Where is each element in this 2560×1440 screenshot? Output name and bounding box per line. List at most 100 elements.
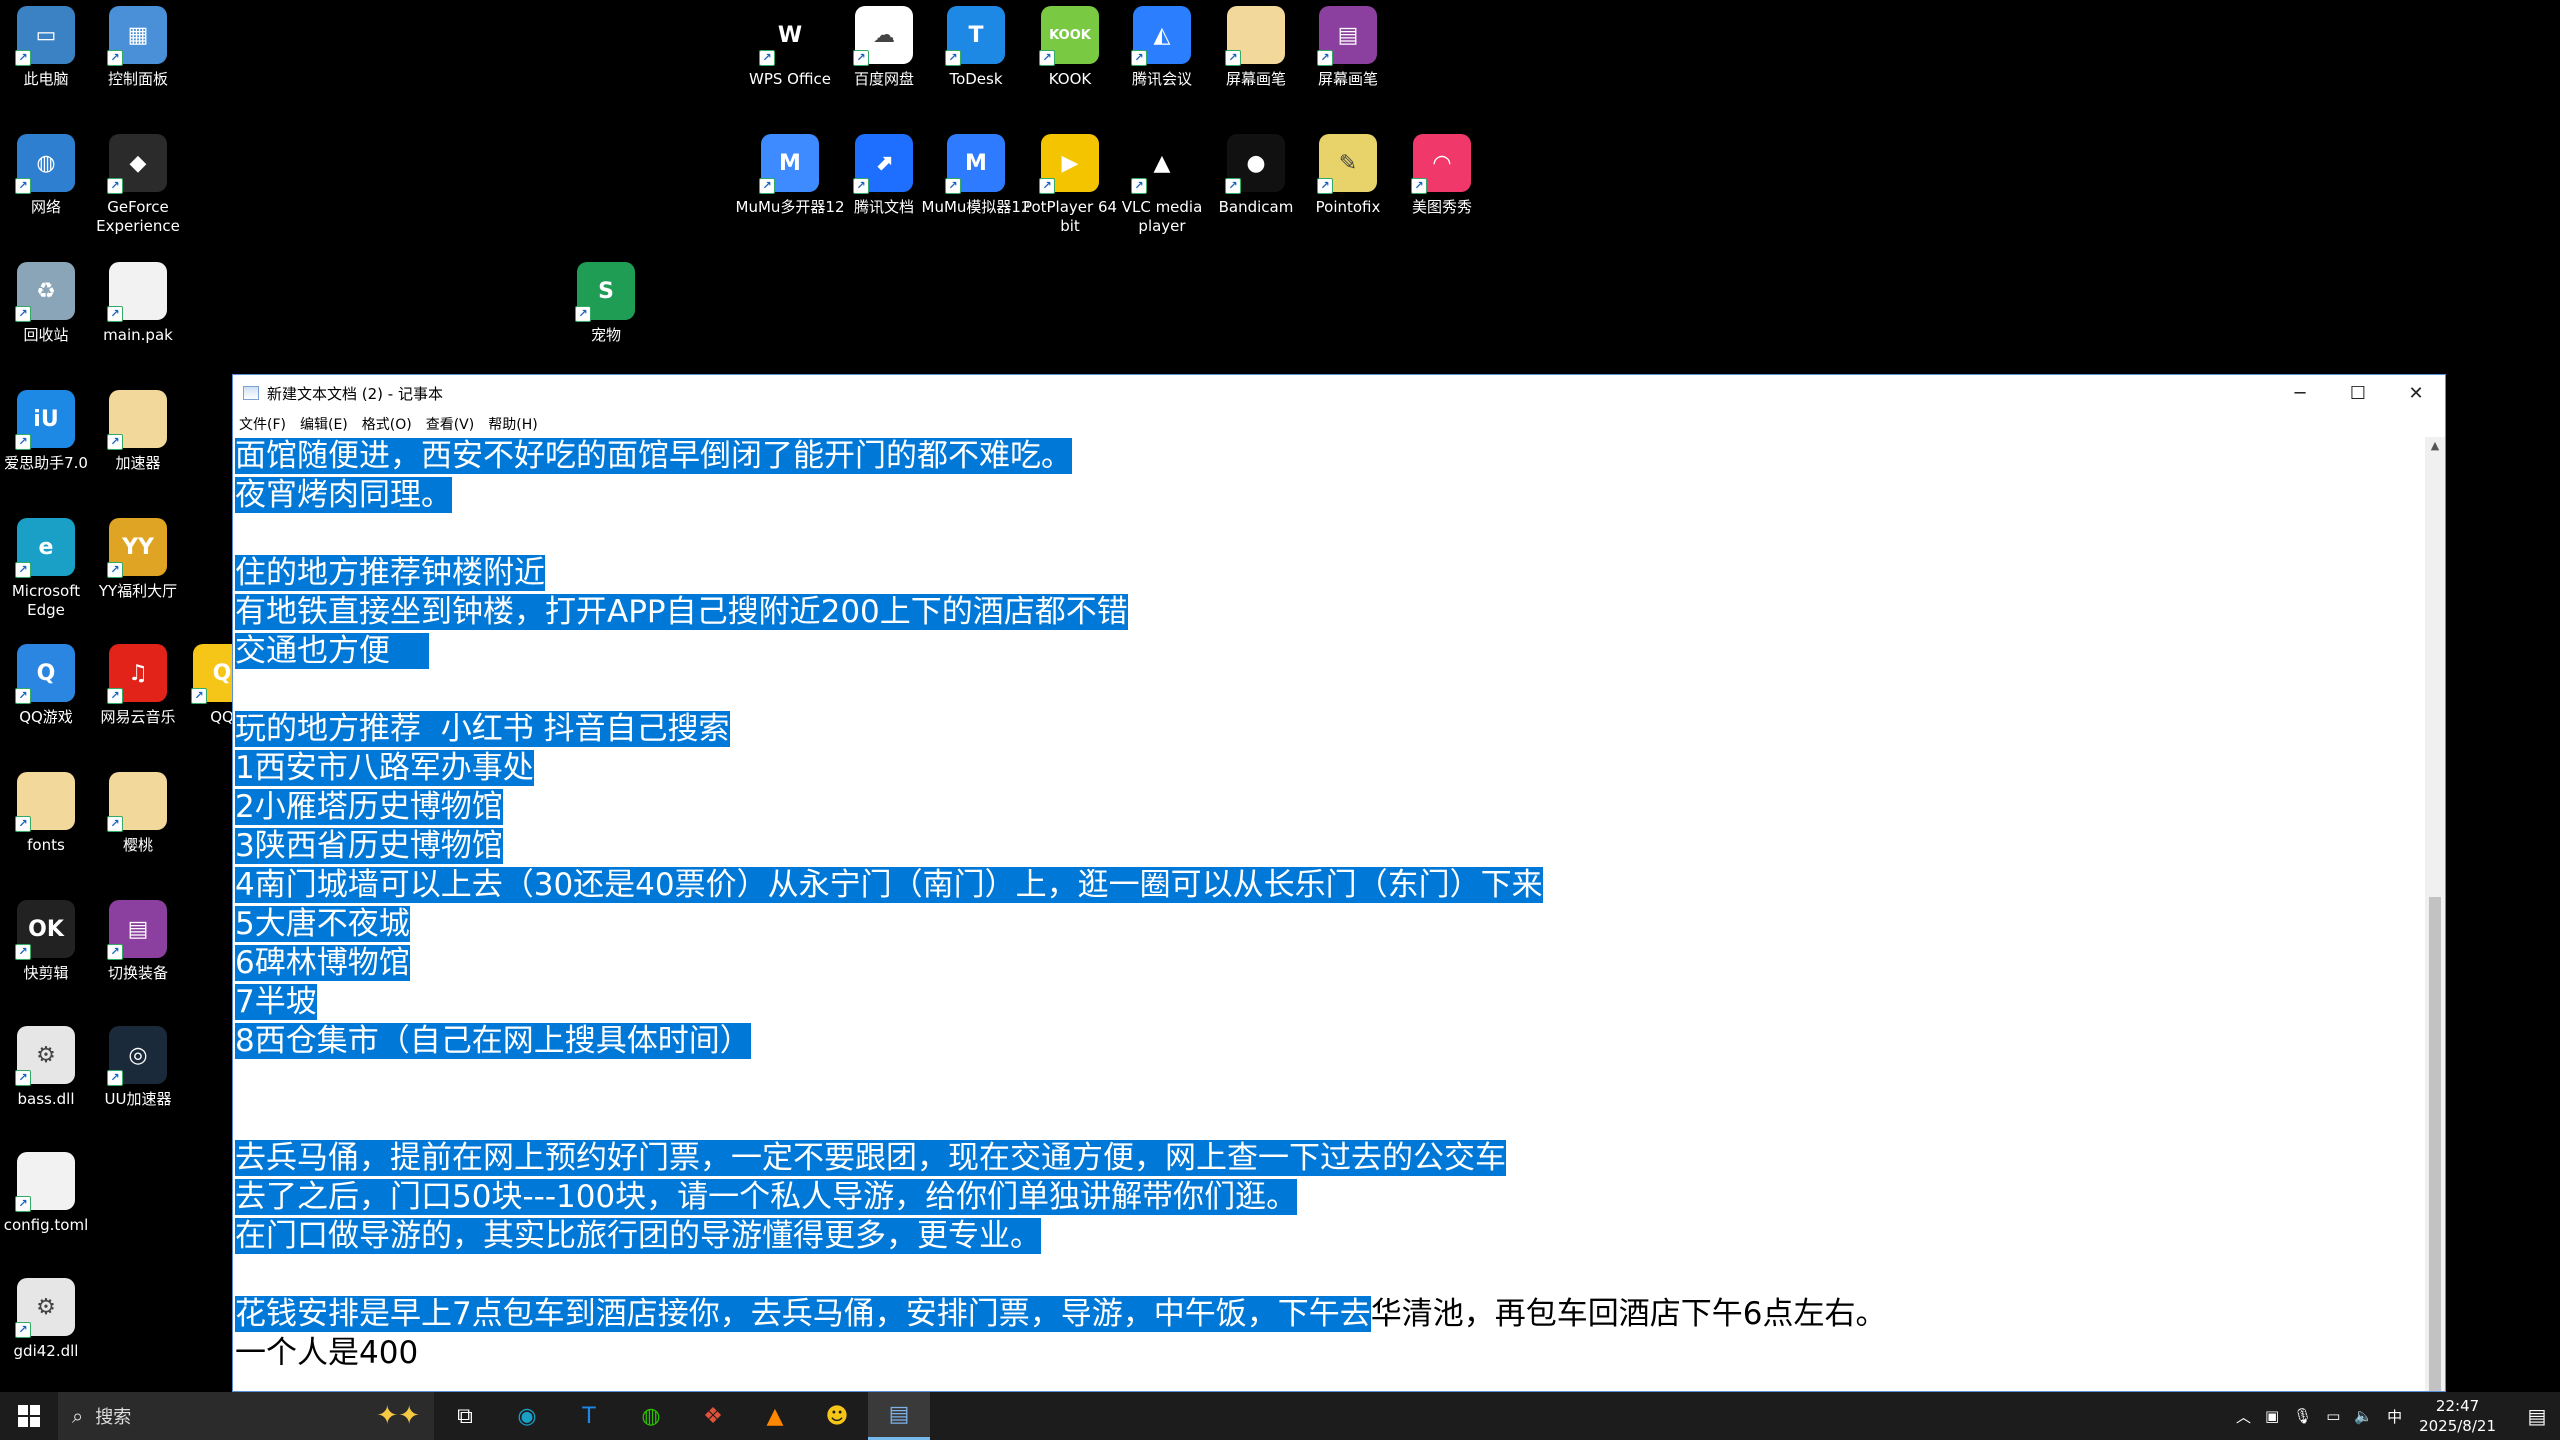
text-line: 夜宵烤肉同理。 (235, 476, 2425, 515)
desktop-icon-label: config.toml (3, 1216, 89, 1234)
clock[interactable]: 22:47 2025/8/21 (2419, 1396, 2496, 1436)
desktop-icon[interactable]: iU ↗ 爱思助手7.0 (0, 390, 92, 510)
app-icon[interactable]: ❖ (682, 1392, 744, 1440)
todesk-icon[interactable]: T (558, 1392, 620, 1440)
notepad-window[interactable]: 新建文本文档 (2) - 记事本 ─ ☐ ✕ 文件(F) 编辑(E) 格式(O)… (232, 374, 2446, 1392)
desktop-icon[interactable]: ↗ main.pak (92, 262, 184, 382)
desktop: ▭ ↗ 此电脑 ▦ ↗ 控制面板 ◍ ↗ 网络 ◆ ↗ GeForce Experience ♻ ↗ 回收站… (0, 0, 2560, 1440)
edge-icon[interactable]: ◉ (496, 1392, 558, 1440)
text-editor[interactable]: 面馆随便进，西安不好吃的面馆早倒闭了能开门的都不难吃。 夜宵烤肉同理。 住的地方推荐… (235, 437, 2425, 1391)
desktop-icon[interactable]: ▶ ↗ PotPlayer 64 bit (1023, 134, 1117, 254)
taskbar-apps: ⧉ ◉ T ◍ ❖ ▲ ☻ ▤ (434, 1392, 930, 1440)
desktop-icon[interactable]: ▤ ↗ 屏幕画笔 (1302, 6, 1394, 126)
tencent-docs-icon: ⬈ ↗ (853, 134, 913, 194)
minimize-icon[interactable]: ─ (2271, 375, 2329, 411)
desktop-icon[interactable]: ◠ ↗ 美图秀秀 (1396, 134, 1488, 254)
shortcut-arrow-icon: ↗ (191, 688, 207, 704)
clock-date: 2025/8/21 (2419, 1417, 2496, 1435)
shortcut-arrow-icon: ↗ (15, 178, 31, 194)
desktop-icon[interactable]: ⚙ ↗ bass.dll (0, 1026, 92, 1146)
shortcut-arrow-icon: ↗ (1225, 178, 1241, 194)
desktop-icon[interactable]: M ↗ MuMu模拟器12 (922, 134, 1031, 254)
vlc-icon[interactable]: ▲ (744, 1392, 806, 1440)
text-line (235, 1100, 2425, 1139)
vertical-scrollbar[interactable]: ▲ (2425, 437, 2445, 1391)
menu-help[interactable]: 帮助(H) (488, 414, 537, 434)
security-icon[interactable]: ▣ (2265, 1407, 2279, 1425)
desktop-icon[interactable]: ✎ ↗ Pointofix (1302, 134, 1394, 254)
desktop-icon[interactable]: ▲ ↗ VLC media player (1116, 134, 1208, 254)
selected-text: 6碑林博物馆 (235, 945, 410, 981)
desktop-icon[interactable]: S ↗ 宠物 (560, 262, 652, 382)
desktop-icon-label: 樱桃 (122, 836, 153, 854)
microphone-icon[interactable]: 🎙 (2293, 1407, 2312, 1425)
yy-icon[interactable]: ☻ (806, 1392, 868, 1440)
selected-text: 去兵马俑，提前在网上预约好门票，一定不要跟团，现在交通方便，网上查一下过去的公交… (235, 1140, 1506, 1176)
start-button[interactable] (0, 1392, 58, 1440)
desktop-icon[interactable]: YY ↗ YY福利大厅 (92, 518, 184, 638)
desktop-icon[interactable]: Q ↗ QQ游戏 (0, 644, 92, 764)
volume-icon[interactable]: 🔈 (2354, 1407, 2373, 1425)
shortcut-arrow-icon: ↗ (107, 306, 123, 322)
desktop-icon[interactable]: ↗ 屏幕画笔 (1210, 6, 1302, 126)
shortcut-arrow-icon: ↗ (575, 306, 591, 322)
selected-text: 玩的地方推荐 小红书 抖音自己搜索 (235, 711, 730, 747)
wechat-icon[interactable]: ◍ (620, 1392, 682, 1440)
desktop-icon[interactable]: ↗ config.toml (0, 1152, 92, 1272)
desktop-icon[interactable]: ♻ ↗ 回收站 (0, 262, 92, 382)
text-line: 一个人是400 (235, 1334, 2425, 1373)
shortcut-arrow-icon: ↗ (15, 1196, 31, 1212)
desktop-icon[interactable]: ☁ ↗ 百度网盘 (838, 6, 930, 126)
desktop-icon-label: main.pak (103, 326, 173, 344)
shortcut-arrow-icon: ↗ (15, 688, 31, 704)
notification-icon[interactable]: ▤ (2514, 1404, 2560, 1428)
shortcut-arrow-icon: ↗ (15, 1070, 31, 1086)
desktop-icon[interactable]: T ↗ ToDesk (930, 6, 1022, 126)
selected-text: 面馆随便进，西安不好吃的面馆早倒闭了能开门的都不难吃。 (235, 438, 1072, 474)
menu-format[interactable]: 格式(O) (362, 414, 412, 434)
desktop-icon[interactable]: ↗ fonts (0, 772, 92, 892)
desktop-icon[interactable]: M ↗ MuMu多开器12 (736, 134, 845, 254)
desktop-icon[interactable]: W ↗ WPS Office (744, 6, 836, 126)
desktop-icon[interactable]: OK ↗ 快剪辑 (0, 900, 92, 1020)
menu-file[interactable]: 文件(F) (239, 414, 286, 434)
desktop-icon[interactable]: ⬈ ↗ 腾讯文档 (838, 134, 930, 254)
desktop-icon[interactable]: ▤ ↗ 切换装备 (92, 900, 184, 1020)
shortcut-arrow-icon: ↗ (15, 434, 31, 450)
desktop-icon[interactable]: ⚙ ↗ gdi42.dll (0, 1278, 92, 1398)
desktop-icon[interactable]: ↗ 樱桃 (92, 772, 184, 892)
shortcut-arrow-icon: ↗ (107, 1070, 123, 1086)
search-placeholder: 搜索 (95, 1407, 132, 1428)
desktop-icon[interactable]: ♫ ↗ 网易云音乐 (92, 644, 184, 764)
unselected-text: 一个人是400 (235, 1335, 419, 1371)
scrollbar-thumb[interactable] (2429, 897, 2441, 1391)
desktop-icon[interactable]: ↗ 加速器 (92, 390, 184, 510)
file-icon: ↗ (15, 1152, 75, 1212)
desktop-icon[interactable]: ◍ ↗ 网络 (0, 134, 92, 254)
desktop-icon[interactable]: ● ↗ Bandicam (1210, 134, 1302, 254)
desktop-icon[interactable]: ◆ ↗ GeForce Experience (92, 134, 184, 254)
title-bar[interactable]: 新建文本文档 (2) - 记事本 ─ ☐ ✕ (233, 375, 2445, 411)
qq-game-icon: Q ↗ (15, 644, 75, 704)
taskbar-search[interactable]: ⌕ 搜索 ✦✦ (58, 1392, 434, 1440)
text-line: 8西仓集市（自己在网上搜具体时间） (235, 1022, 2425, 1061)
desktop-icon-label: 屏幕画笔 (1317, 70, 1378, 88)
menu-view[interactable]: 查看(V) (426, 414, 475, 434)
network-icon[interactable]: ▭ (2326, 1407, 2340, 1425)
desktop-icon[interactable]: e ↗ Microsoft Edge (0, 518, 92, 638)
maximize-icon[interactable]: ☐ (2329, 375, 2387, 411)
desktop-icon[interactable]: ▦ ↗ 控制面板 (92, 6, 184, 126)
text-line: 去兵马俑，提前在网上预约好门票，一定不要跟团，现在交通方便，网上查一下过去的公交… (235, 1139, 2425, 1178)
notepad-icon[interactable]: ▤ (868, 1392, 930, 1440)
desktop-icon[interactable]: ◎ ↗ UU加速器 (92, 1026, 184, 1146)
desktop-icon[interactable]: ◭ ↗ 腾讯会议 (1116, 6, 1208, 126)
shortcut-arrow-icon: ↗ (15, 1322, 31, 1338)
menu-edit[interactable]: 编辑(E) (300, 414, 348, 434)
scroll-up-icon[interactable]: ▲ (2425, 437, 2445, 455)
close-icon[interactable]: ✕ (2387, 375, 2445, 411)
ime-indicator[interactable]: 中 (2387, 1406, 2402, 1427)
task-view-icon[interactable]: ⧉ (434, 1392, 496, 1440)
desktop-icon[interactable]: KOOK ↗ KOOK (1024, 6, 1116, 126)
desktop-icon[interactable]: ▭ ↗ 此电脑 (0, 6, 92, 126)
chevron-up-icon[interactable]: ︿ (2236, 1406, 2251, 1427)
